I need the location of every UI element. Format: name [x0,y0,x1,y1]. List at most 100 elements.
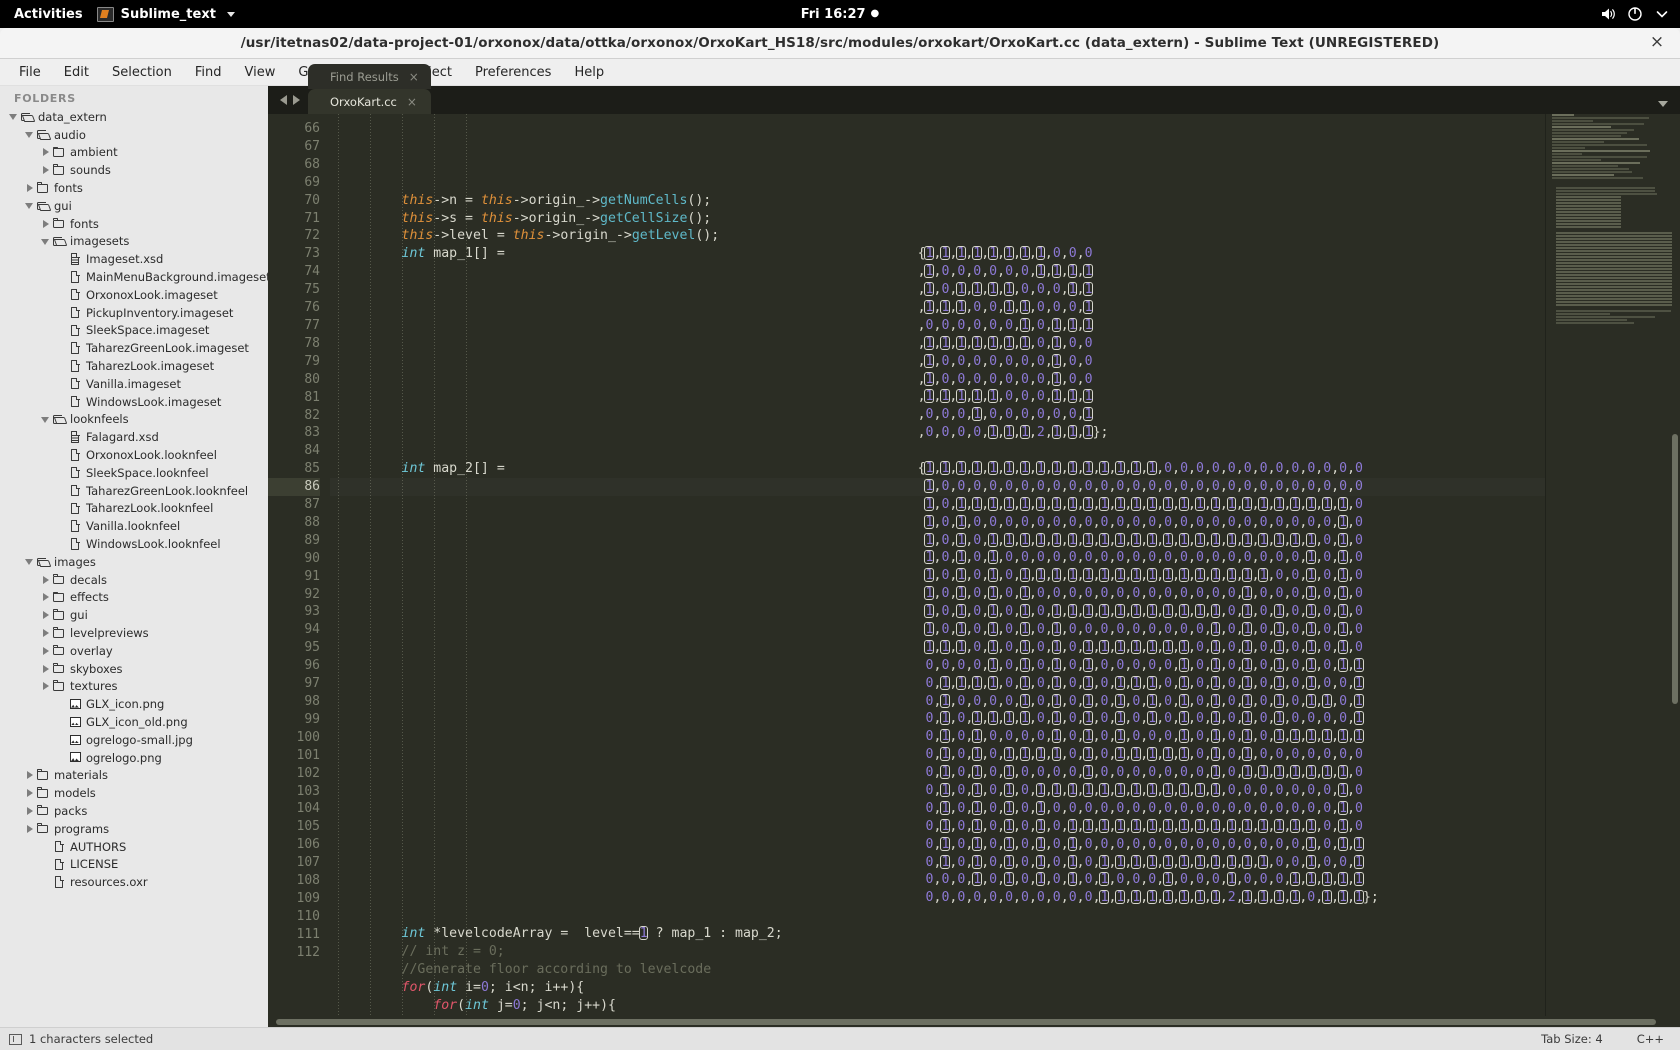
tree-item[interactable]: TaharezLook.imageset [0,357,268,375]
menu-find[interactable]: Find [184,62,233,83]
tree-item[interactable]: GLX_icon_old.png [0,713,268,731]
close-icon[interactable]: × [409,70,419,84]
chevron-right-icon[interactable] [24,823,35,834]
power-icon[interactable] [1627,6,1643,22]
tree-item[interactable]: audio [0,126,268,144]
chevron-right-icon[interactable] [40,147,51,158]
chevron-down-icon[interactable] [24,200,35,211]
folder-tree[interactable]: data_extern audio ambient sounds fonts gui fon… [0,108,268,891]
menu-help[interactable]: Help [563,62,615,83]
volume-icon[interactable] [1600,6,1616,22]
tree-item[interactable]: looknfeels [0,411,268,429]
tree-item[interactable]: ogrelogo-small.jpg [0,731,268,749]
editor-tab[interactable]: OrxoKart.cc × [308,89,431,114]
tree-item[interactable]: levelpreviews [0,624,268,642]
vertical-scrollbar[interactable] [1670,114,1680,1016]
chevron-down-icon[interactable] [40,236,51,247]
tree-item[interactable]: packs [0,802,268,820]
tab-size-status[interactable]: Tab Size: 4 [1541,1032,1603,1046]
tree-item[interactable]: SleekSpace.imageset [0,322,268,340]
tree-item[interactable]: GLX_icon.png [0,695,268,713]
tree-item[interactable]: MainMenuBackground.imageset [0,268,268,286]
tree-item[interactable]: materials [0,766,268,784]
sidebar-file-tree[interactable]: FOLDERS data_extern audio ambient sounds fon… [0,86,268,1027]
chevron-down-icon[interactable] [1654,6,1670,22]
tree-item[interactable]: WindowsLook.imageset [0,393,268,411]
menu-preferences[interactable]: Preferences [464,62,562,83]
close-icon[interactable]: × [1648,34,1666,52]
tree-item[interactable]: resources.oxr [0,873,268,891]
tree-item[interactable]: skyboxes [0,660,268,678]
tab-nav-arrows[interactable] [272,86,308,114]
system-tray[interactable] [1600,6,1670,22]
tree-item[interactable]: LICENSE [0,855,268,873]
tree-item[interactable]: models [0,784,268,802]
chevron-right-icon[interactable] [40,574,51,585]
tree-item[interactable]: TaharezGreenLook.imageset [0,339,268,357]
tree-item[interactable]: fonts [0,179,268,197]
tree-item[interactable]: data_extern [0,108,268,126]
chevron-down-icon[interactable] [40,414,51,425]
app-menu-button[interactable]: Sublime_text [96,6,235,22]
tree-item[interactable]: Vanilla.looknfeel [0,517,268,535]
chevron-right-icon[interactable] [40,592,51,603]
tree-item[interactable]: programs [0,820,268,838]
tabs-container[interactable]: Find Results × OrxoKart.cc × [308,64,431,114]
chevron-down-icon[interactable] [8,111,19,122]
tree-item[interactable]: OrxonoxLook.looknfeel [0,446,268,464]
activities-button[interactable]: Activities [0,7,97,22]
syntax-status[interactable]: C++ [1637,1032,1664,1046]
tree-item[interactable]: SleekSpace.looknfeel [0,464,268,482]
tab-overflow-chevron-down-icon[interactable] [1658,101,1668,107]
tree-item[interactable]: overlay [0,642,268,660]
tree-item[interactable]: fonts [0,215,268,233]
editor-tab[interactable]: Find Results × [308,64,431,89]
chevron-right-icon[interactable] [24,770,35,781]
chevron-down-icon[interactable] [24,556,35,567]
tree-item[interactable]: gui [0,197,268,215]
tree-item[interactable]: Falagard.xsd [0,428,268,446]
chevron-right-icon[interactable] [24,805,35,816]
chevron-right-icon[interactable] [40,218,51,229]
clock[interactable]: Fri 16:27 ● [0,7,1680,22]
horizontal-scrollbar-thumb[interactable] [276,1019,1656,1025]
tree-item[interactable]: TaharezLook.looknfeel [0,500,268,518]
tree-item[interactable]: AUTHORS [0,838,268,856]
tree-item[interactable]: gui [0,606,268,624]
tree-item[interactable]: OrxonoxLook.imageset [0,286,268,304]
tree-item[interactable]: ogrelogo.png [0,749,268,767]
chevron-right-icon[interactable] [40,628,51,639]
vertical-scrollbar-thumb[interactable] [1672,434,1678,704]
chevron-right-icon[interactable] [40,681,51,692]
tree-item[interactable]: Imageset.xsd [0,250,268,268]
chevron-right-icon[interactable] [24,788,35,799]
menu-selection[interactable]: Selection [101,62,183,83]
tree-item[interactable]: textures [0,678,268,696]
prev-tab-icon[interactable] [280,95,287,105]
tree-item[interactable]: decals [0,571,268,589]
tree-item[interactable]: imagesets [0,233,268,251]
tree-item[interactable]: effects [0,589,268,607]
tree-item[interactable]: Vanilla.imageset [0,375,268,393]
tree-item[interactable]: images [0,553,268,571]
tree-item[interactable]: TaharezGreenLook.looknfeel [0,482,268,500]
tree-item[interactable]: ambient [0,144,268,162]
chevron-right-icon[interactable] [24,183,35,194]
minimap[interactable] [1545,114,1680,1016]
tree-item[interactable]: PickupInventory.imageset [0,304,268,322]
menu-view[interactable]: View [234,62,287,83]
chevron-right-icon[interactable] [40,645,51,656]
sidebar-toggle-icon[interactable] [9,1033,22,1045]
code-content[interactable]: this->n = this->origin_->getNumCells(); … [330,114,1545,1016]
tree-item[interactable]: WindowsLook.looknfeel [0,535,268,553]
menu-edit[interactable]: Edit [53,62,100,83]
menu-file[interactable]: File [8,62,52,83]
chevron-down-icon[interactable] [24,129,35,140]
horizontal-scrollbar[interactable] [268,1016,1680,1027]
next-tab-icon[interactable] [293,95,300,105]
tree-item[interactable]: sounds [0,161,268,179]
chevron-right-icon[interactable] [40,165,51,176]
chevron-right-icon[interactable] [40,663,51,674]
chevron-right-icon[interactable] [40,610,51,621]
close-icon[interactable]: × [407,95,417,109]
